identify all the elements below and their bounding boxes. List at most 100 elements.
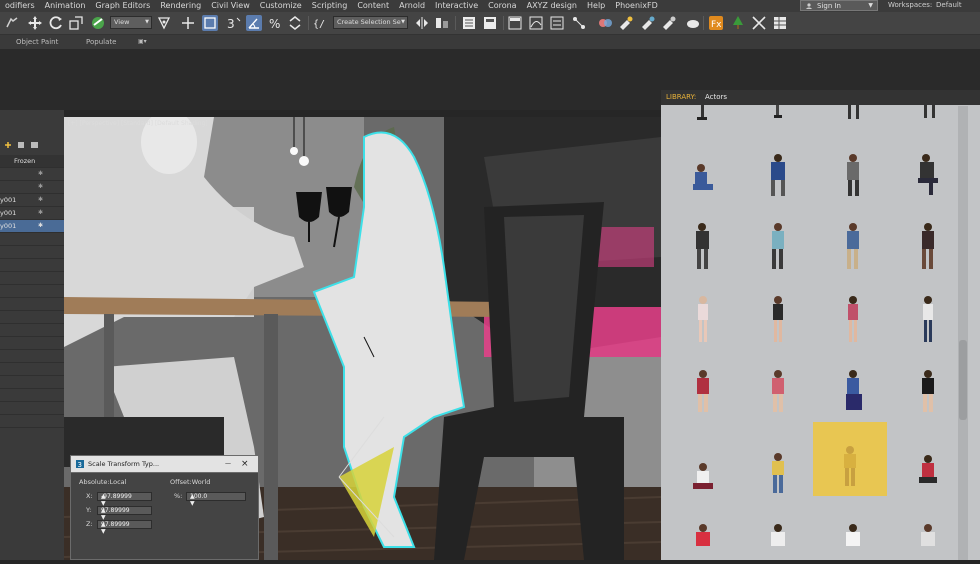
actor-thumbnail[interactable] (666, 140, 740, 214)
list-item[interactable] (0, 415, 64, 428)
tree-icon[interactable] (730, 15, 746, 31)
actor-thumbnail[interactable] (741, 215, 815, 289)
snap-3d-icon[interactable]: 3 (226, 15, 242, 31)
actor-thumbnail[interactable] (741, 140, 815, 214)
rendered-frame-icon[interactable] (640, 15, 656, 31)
spinner-icon[interactable]: ▲ ▼ (101, 521, 150, 535)
list-item[interactable] (0, 337, 64, 350)
actor-thumbnail[interactable] (666, 435, 740, 509)
actor-thumbnail[interactable] (741, 435, 815, 509)
ribbon-options-icon[interactable]: ▣▾ (138, 35, 147, 49)
menu-item[interactable]: odifiers (0, 0, 40, 12)
list-item[interactable]: ✱ (0, 181, 64, 194)
actor-thumbnail[interactable] (891, 360, 965, 434)
y-field[interactable]: 97.89999 ▲ ▼ (97, 506, 152, 521)
menu-item[interactable]: Animation (40, 0, 91, 12)
list-item[interactable] (0, 350, 64, 363)
actor-thumbnail[interactable] (891, 435, 965, 509)
dope-sheet-icon[interactable] (549, 15, 565, 31)
list-item[interactable] (0, 311, 64, 324)
menu-item[interactable]: Interactive (430, 0, 483, 12)
menu-item[interactable]: Arnold (394, 0, 430, 12)
menu-item[interactable]: Content (352, 0, 394, 12)
render-setup-icon[interactable] (618, 15, 634, 31)
actor-thumbnail[interactable] (816, 140, 890, 214)
explorer-toolbar-icons[interactable] (4, 140, 44, 150)
actor-thumbnail[interactable] (891, 140, 965, 214)
tab-object-paint[interactable]: Object Paint (16, 35, 58, 49)
list-item[interactable]: y001 ✱ (0, 207, 64, 220)
link-icon[interactable] (4, 15, 20, 31)
render-icon[interactable] (661, 15, 677, 31)
material-editor-icon[interactable] (597, 15, 613, 31)
actor-thumbnail[interactable] (891, 510, 965, 560)
list-item[interactable] (0, 363, 64, 376)
close-button[interactable]: × (241, 456, 249, 472)
x-field[interactable]: -97.89999 ▲ ▼ (97, 492, 152, 507)
tab-populate[interactable]: Populate (86, 35, 116, 49)
placement-icon[interactable] (90, 15, 106, 31)
actor-thumbnail[interactable] (891, 105, 965, 125)
fx-icon[interactable]: Fx (708, 15, 724, 31)
menu-item[interactable]: Corona (483, 0, 521, 12)
table-icon[interactable] (772, 15, 788, 31)
cloud-render-icon[interactable] (685, 15, 701, 31)
rotate-icon[interactable] (48, 15, 64, 31)
spinner-icon[interactable]: ▲ ▼ (101, 493, 150, 507)
actor-thumbnail[interactable] (666, 215, 740, 289)
edit-named-selection-icon[interactable]: {/ (312, 15, 328, 31)
list-item[interactable] (0, 298, 64, 311)
list-item[interactable] (0, 272, 64, 285)
menu-item[interactable]: Graph Editors (90, 0, 155, 12)
actor-thumbnail[interactable] (741, 510, 815, 560)
minimize-button[interactable]: — (225, 456, 231, 472)
reference-coordinate-dropdown[interactable]: View ▼ (110, 16, 152, 29)
ribbon-icon[interactable] (507, 15, 523, 31)
menu-item[interactable]: AXYZ design (522, 0, 582, 12)
select-and-manipulate-icon[interactable] (180, 15, 196, 31)
menu-item[interactable]: PhoenixFD (610, 0, 663, 12)
schematic-icon[interactable] (571, 15, 587, 31)
actor-thumbnail[interactable] (816, 215, 890, 289)
selection-icon[interactable] (202, 15, 218, 31)
list-item[interactable] (0, 324, 64, 337)
list-item[interactable] (0, 233, 64, 246)
offset-percent-field[interactable]: 100.0 ▲ ▼ (186, 492, 246, 507)
list-item[interactable]: ✱ (0, 168, 64, 181)
align-icon[interactable] (434, 15, 450, 31)
actor-thumbnail[interactable] (741, 360, 815, 434)
spinner-icon[interactable]: ▲ ▼ (101, 507, 150, 521)
z-field[interactable]: 97.89999 ▲ ▼ (97, 520, 152, 535)
actor-thumbnail[interactable] (666, 290, 740, 364)
selection-set-dropdown[interactable]: Create Selection Se ▼ (333, 16, 408, 29)
layer-explorer-icon[interactable] (461, 15, 477, 31)
menu-item[interactable]: Help (582, 0, 610, 12)
actor-thumbnail[interactable] (741, 290, 815, 364)
spinner-icon[interactable]: ▲ ▼ (190, 493, 244, 507)
move-icon[interactable] (27, 15, 43, 31)
actor-thumbnail[interactable] (816, 105, 890, 125)
percent-snap-icon[interactable]: % (267, 15, 283, 31)
curve-editor-icon[interactable] (528, 15, 544, 31)
actor-thumbnail[interactable] (891, 215, 965, 289)
actor-thumbnail[interactable] (666, 105, 740, 125)
pivot-icon[interactable] (156, 15, 172, 31)
list-item[interactable] (0, 389, 64, 402)
menu-item[interactable]: Customize (255, 0, 307, 12)
spinner-snap-icon[interactable] (287, 15, 303, 31)
menu-item[interactable]: Rendering (155, 0, 206, 12)
workspaces-dropdown[interactable]: Default (936, 0, 962, 11)
list-item[interactable] (0, 259, 64, 272)
dialog-titlebar[interactable]: 3 Scale Transform Typ... — × (70, 455, 259, 473)
angle-snap-icon[interactable] (246, 15, 262, 31)
mirror-icon[interactable] (414, 15, 430, 31)
scale-icon[interactable] (68, 15, 84, 31)
sign-in-button[interactable]: Sign In ▼ (800, 0, 878, 11)
list-item[interactable] (0, 402, 64, 415)
list-item[interactable] (0, 376, 64, 389)
actor-thumbnail[interactable] (891, 290, 965, 364)
actor-thumbnail-selected[interactable] (813, 422, 887, 496)
actor-thumbnail[interactable] (666, 510, 740, 560)
list-item[interactable] (0, 246, 64, 259)
viewport-label[interactable]: [+] [Perspective] [Standard] [Default Sh… (68, 120, 208, 127)
